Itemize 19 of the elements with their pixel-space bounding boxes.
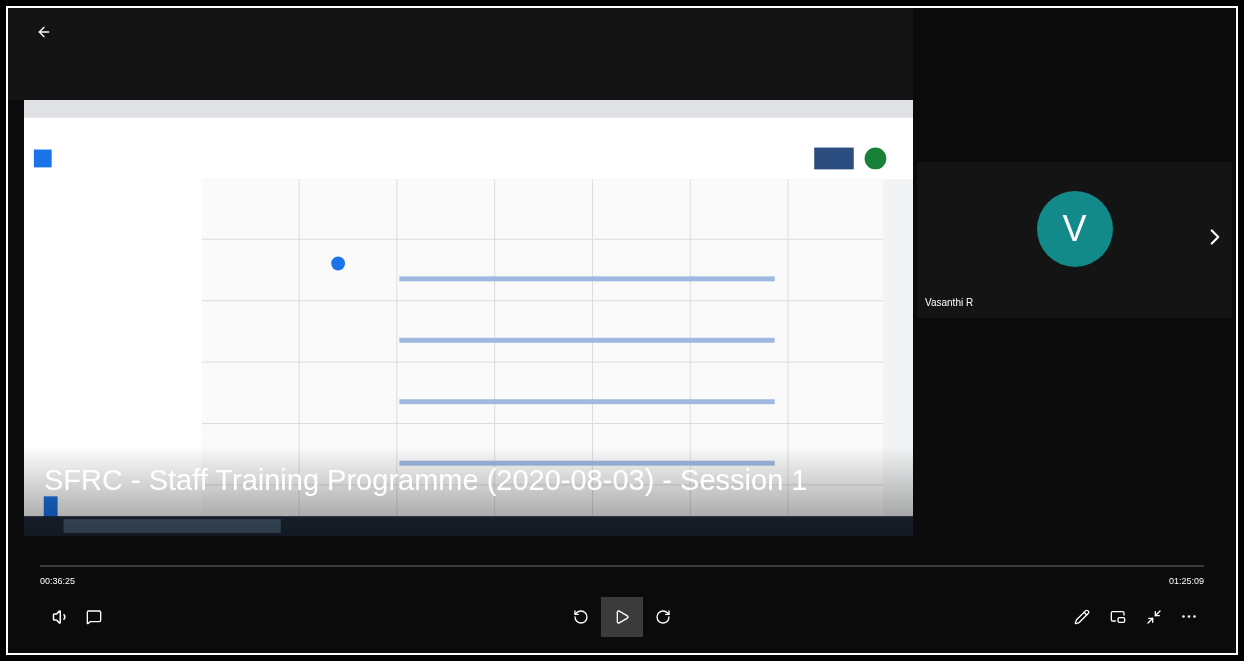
elapsed-time: 00:36:25 [40, 575, 76, 588]
play-icon [614, 608, 630, 625]
minimize-icon [1146, 608, 1162, 625]
more-icon [1182, 615, 1196, 618]
forward-icon [655, 608, 671, 625]
rewind-button[interactable] [573, 608, 589, 625]
speech-bubble-icon [86, 608, 102, 625]
picture-in-picture-icon [1110, 608, 1126, 625]
pen-button[interactable] [1074, 608, 1090, 625]
captions-button[interactable] [86, 608, 102, 625]
forward-button[interactable] [655, 608, 671, 625]
avatar: V [1036, 190, 1113, 267]
participant-name: Vasanthi R [924, 296, 975, 310]
exit-fullscreen-button[interactable] [1146, 608, 1162, 625]
pencil-icon [1074, 608, 1090, 625]
picture-in-picture-button[interactable] [1110, 608, 1126, 625]
duration-time: 01:25:09 [1168, 575, 1204, 588]
rewind-icon [573, 608, 589, 625]
play-button[interactable] [601, 596, 643, 637]
